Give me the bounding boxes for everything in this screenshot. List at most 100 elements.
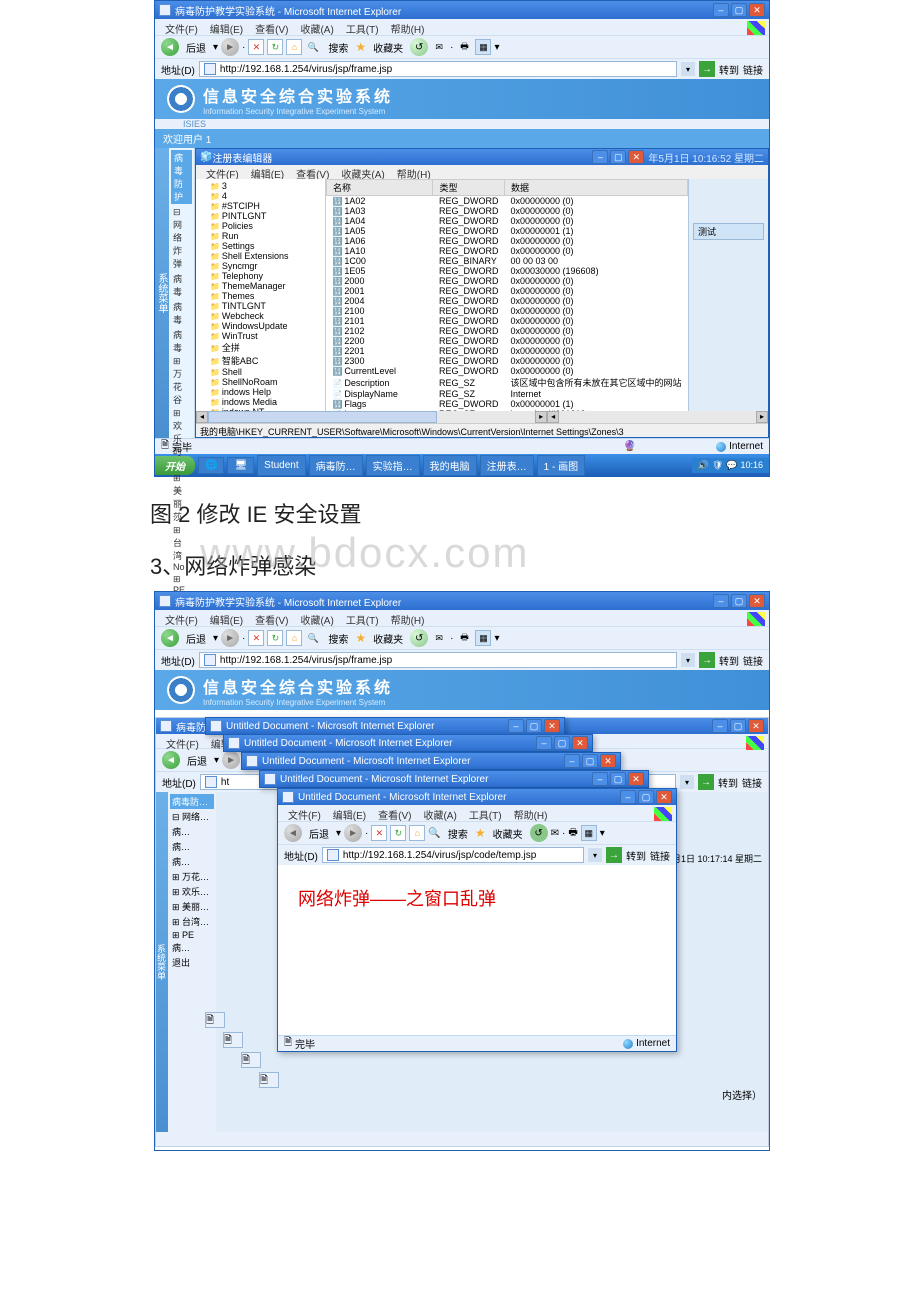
tree-item[interactable]: 退出: [170, 955, 214, 970]
mail-button[interactable]: ✉: [431, 39, 447, 55]
tree-item[interactable]: 病…: [170, 854, 214, 869]
table-row[interactable]: 1A06REG_DWORD0x00000000 (0): [326, 236, 687, 246]
back-button[interactable]: ◄: [161, 629, 179, 647]
forward-button[interactable]: ►: [222, 751, 240, 769]
minimize-button[interactable]: –: [713, 594, 729, 608]
system-tray[interactable]: 🔊 🛡 💬 10:16: [692, 458, 769, 473]
tree-item[interactable]: ⊞ 美丽…: [170, 899, 214, 914]
history-button[interactable]: ↺: [530, 824, 548, 842]
menu-favorites[interactable]: 收藏(A): [294, 612, 339, 624]
search-icon[interactable]: 🔍: [428, 828, 440, 839]
dropdown-icon[interactable]: ▾: [213, 42, 218, 53]
table-row[interactable]: 2001REG_DWORD0x00000000 (0): [326, 286, 687, 296]
tree-item[interactable]: ⊞ 欢乐…: [170, 884, 214, 899]
registry-key[interactable]: Webcheck: [198, 311, 323, 321]
address-input[interactable]: http://192.168.1.254/virus/jsp/frame.jsp: [199, 652, 677, 668]
registry-key[interactable]: indows Media: [198, 397, 323, 407]
scroll-left[interactable]: ◂: [196, 411, 208, 423]
maximize-button[interactable]: ▢: [731, 594, 747, 608]
tree-item[interactable]: ⊟ 网络…: [170, 809, 214, 824]
back-button[interactable]: ◄: [162, 751, 180, 769]
tree-item[interactable]: 病…: [170, 824, 214, 839]
close-button[interactable]: ✕: [748, 719, 764, 733]
registry-key[interactable]: PINTLGNT: [198, 211, 323, 221]
table-row[interactable]: CurrentLevelREG_DWORD0x00000000 (0): [326, 366, 687, 376]
maximize-button[interactable]: ▢: [610, 150, 626, 164]
col-name[interactable]: 名称: [326, 180, 433, 196]
col-data[interactable]: 数据: [504, 180, 687, 196]
forward-button[interactable]: ►: [221, 629, 239, 647]
mail-button[interactable]: ✉: [431, 630, 447, 646]
tree-item[interactable]: 病毒: [171, 299, 192, 327]
table-row[interactable]: 2201REG_DWORD0x00000000 (0): [326, 346, 687, 356]
favorites-icon[interactable]: ★: [355, 40, 366, 54]
registry-key[interactable]: Shell Extensions: [198, 251, 323, 261]
menu-help[interactable]: 帮助(H): [385, 612, 431, 624]
stop-button[interactable]: ✕: [248, 630, 264, 646]
print-button[interactable]: 🖶: [456, 39, 472, 55]
menu-view[interactable]: 查看(V): [249, 21, 294, 33]
tree-item[interactable]: ⊞ 台湾…: [170, 914, 214, 929]
taskbar-item[interactable]: Student: [257, 455, 305, 476]
table-row[interactable]: 2000REG_DWORD0x00000000 (0): [326, 276, 687, 286]
edit-button[interactable]: ▦: [475, 630, 491, 646]
menu-view[interactable]: 查看(V): [290, 166, 335, 178]
go-button[interactable]: →: [699, 652, 715, 668]
registry-values[interactable]: 名称 类型 数据 1A02REG_DWORD0x00000000 (0)1A03…: [326, 179, 688, 411]
table-row[interactable]: DisplayNameREG_SZInternet: [326, 389, 687, 399]
menu-favorites[interactable]: 收藏(A): [294, 21, 339, 33]
menu-tools[interactable]: 工具(T): [340, 612, 385, 624]
close-button[interactable]: ✕: [656, 790, 672, 804]
table-row[interactable]: FlagsREG_DWORD0x00000001 (1): [326, 399, 687, 409]
search-label[interactable]: 搜索: [324, 631, 352, 646]
collapsed-window-icon[interactable]: 🗎: [259, 1072, 279, 1088]
go-button[interactable]: →: [606, 847, 622, 863]
registry-key[interactable]: Telephony: [198, 271, 323, 281]
maximize-button[interactable]: ▢: [730, 719, 746, 733]
test-button[interactable]: 测试: [693, 223, 764, 240]
tray-icon[interactable]: 🛡: [712, 460, 723, 471]
table-row[interactable]: 2300REG_DWORD0x00000000 (0): [326, 356, 687, 366]
registry-key[interactable]: Syncmgr: [198, 261, 323, 271]
tree-item[interactable]: 病毒: [171, 271, 192, 299]
registry-key[interactable]: 4: [198, 191, 323, 201]
registry-key[interactable]: indows Help: [198, 387, 323, 397]
dropdown-icon[interactable]: ▾: [494, 42, 499, 53]
taskbar-item[interactable]: 我的电脑: [423, 455, 477, 476]
taskbar-item[interactable]: 实验指…: [366, 455, 420, 476]
collapsed-window-icon[interactable]: 🗎: [223, 1032, 243, 1048]
registry-key[interactable]: WindowsUpdate: [198, 321, 323, 331]
table-row[interactable]: 1E05REG_DWORD0x00030000 (196608): [326, 266, 687, 276]
table-row[interactable]: DescriptionREG_SZ该区域中包含所有未放在其它区域中的网站: [326, 376, 687, 389]
back-button[interactable]: ◄: [161, 38, 179, 56]
minimize-button[interactable]: –: [712, 719, 728, 733]
favorites-icon[interactable]: ★: [475, 826, 486, 840]
table-row[interactable]: 2100REG_DWORD0x00000000 (0): [326, 306, 687, 316]
registry-key[interactable]: 3: [198, 181, 323, 191]
menu-edit[interactable]: 编辑(E): [204, 21, 249, 33]
close-button[interactable]: ✕: [749, 594, 765, 608]
menu-file[interactable]: 文件(F): [159, 612, 204, 624]
taskbar-item[interactable]: 病毒防…: [309, 455, 363, 476]
links-label[interactable]: 链接: [743, 653, 763, 668]
tray-icon[interactable]: 💬: [726, 460, 737, 471]
registry-key[interactable]: 智能ABC: [198, 354, 323, 367]
home-button[interactable]: ⌂: [286, 630, 302, 646]
tree-item[interactable]: 病毒: [171, 327, 192, 355]
col-type[interactable]: 类型: [433, 180, 505, 196]
menu-file[interactable]: 文件(F): [159, 21, 204, 33]
table-row[interactable]: 1A02REG_DWORD0x00000000 (0): [326, 196, 687, 207]
menu-favorites[interactable]: 收藏夹(A): [335, 166, 390, 178]
minimize-button[interactable]: –: [592, 150, 608, 164]
registry-key[interactable]: #STCIPH: [198, 201, 323, 211]
table-row[interactable]: 1A04REG_DWORD0x00000000 (0): [326, 216, 687, 226]
scroll-left[interactable]: ◂: [547, 411, 559, 423]
search-icon[interactable]: 🔍: [305, 630, 321, 646]
registry-key[interactable]: Run: [198, 231, 323, 241]
registry-tree[interactable]: 34#STCIPHPINTLGNTPoliciesRunSettingsShel…: [196, 179, 326, 411]
stop-button[interactable]: ✕: [371, 825, 387, 841]
quick-launch[interactable]: 🖥: [227, 457, 254, 474]
maximize-button[interactable]: ▢: [731, 3, 747, 17]
minimize-button[interactable]: –: [713, 3, 729, 17]
favorites-label[interactable]: 收藏夹: [369, 631, 407, 646]
